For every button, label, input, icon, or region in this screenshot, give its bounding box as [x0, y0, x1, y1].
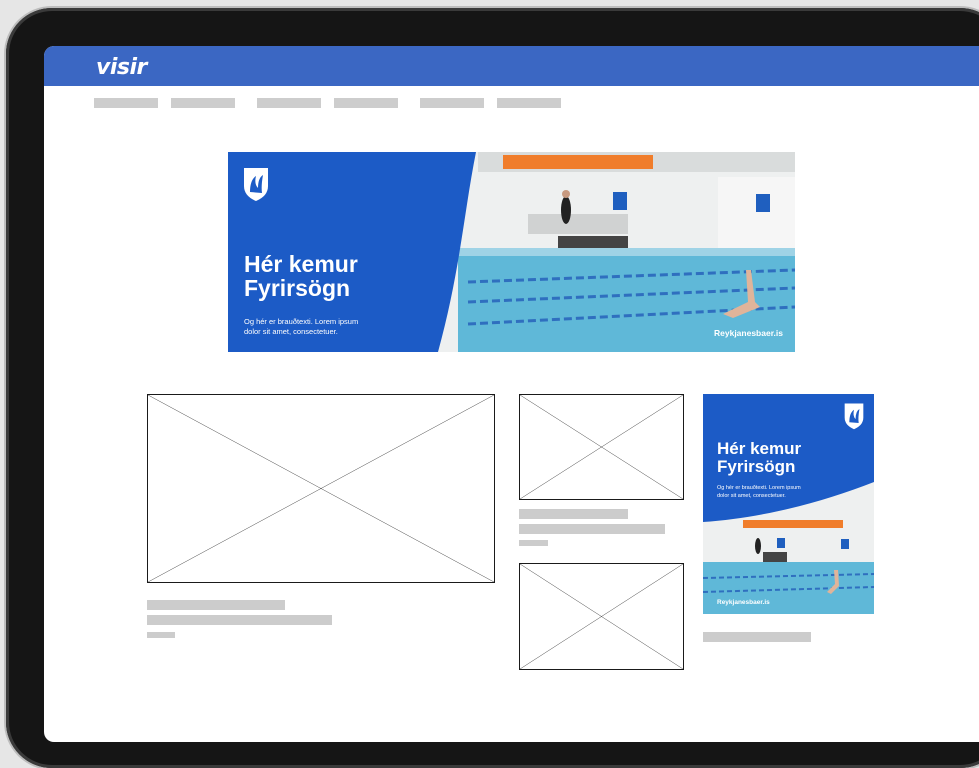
banner-body-text: Og hér er brauðtexti. Lorem ipsum dolor … — [244, 317, 358, 337]
headline-line: Fyrirsögn — [244, 275, 351, 302]
headline-line: Hér kemur — [717, 439, 802, 458]
nav-item-placeholder[interactable] — [497, 98, 561, 108]
banner-url[interactable]: Reykjanesbaer.is — [714, 328, 783, 338]
headline-line: Hér kemur — [244, 251, 358, 277]
nav-item-placeholder[interactable] — [420, 98, 484, 108]
nav-item-placeholder[interactable] — [94, 98, 158, 108]
tablet-frame: visir Hér kemur Fyrirsögn Og hér er brau… — [6, 8, 979, 768]
caption-placeholder — [703, 632, 811, 642]
banner-headline: Hér kemur Fyrirsögn — [244, 252, 358, 300]
browser-screen: visir Hér kemur Fyrirsögn Og hér er brau… — [44, 46, 979, 742]
image-placeholder-small[interactable] — [519, 394, 684, 500]
body-line: Og hér er brauðtexti. Lorem ipsum — [717, 485, 801, 491]
nav-item-placeholder[interactable] — [257, 98, 321, 108]
headline-placeholder[interactable] — [147, 600, 285, 610]
side-ad-headline: Hér kemur Fyrirsögn — [717, 440, 801, 476]
placeholder-cross — [520, 564, 683, 669]
meta-placeholder — [519, 540, 548, 546]
headline-placeholder[interactable] — [519, 509, 628, 519]
text-placeholder — [519, 524, 665, 534]
reykjanesbaer-shield-icon — [244, 168, 268, 201]
text-placeholder — [147, 615, 332, 625]
reykjanesbaer-shield-icon — [844, 403, 864, 430]
banner-ad[interactable]: Hér kemur Fyrirsögn Og hér er brauðtexti… — [228, 152, 795, 352]
body-line: Og hér er brauðtexti. Lorem ipsum — [244, 317, 359, 326]
headline-line: Fyrirsögn — [717, 456, 796, 476]
side-ad-body-text: Og hér er brauðtexti. Lorem ipsum dolor … — [717, 485, 801, 500]
nav-item-placeholder[interactable] — [171, 98, 235, 108]
body-line: dolor sit amet, consectetuer. — [717, 492, 786, 499]
placeholder-cross — [148, 395, 494, 582]
nav-item-placeholder[interactable] — [334, 98, 398, 108]
placeholder-cross — [520, 395, 683, 499]
image-placeholder-large[interactable] — [147, 394, 495, 583]
meta-placeholder — [147, 632, 175, 638]
site-header: visir — [44, 46, 979, 86]
body-line: dolor sit amet, consectetuer. — [244, 327, 338, 337]
image-placeholder-small[interactable] — [519, 563, 684, 670]
side-ad[interactable]: Hér kemur Fyrirsögn Og hér er brauðtexti… — [703, 394, 874, 614]
visir-logo[interactable]: visir — [96, 55, 147, 80]
side-ad-url[interactable]: Reykjanesbaer.is — [717, 599, 770, 606]
